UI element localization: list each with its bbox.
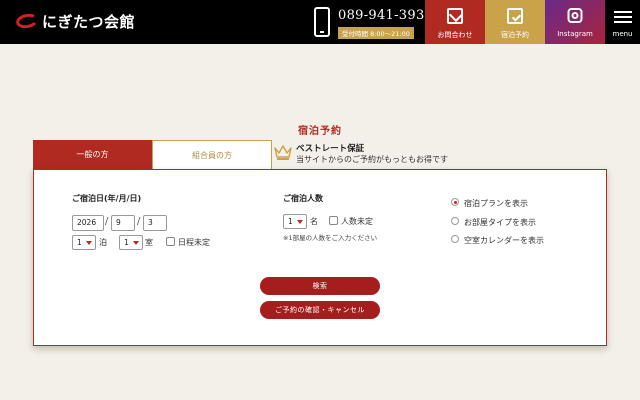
nav-instagram-button[interactable]: Instagram (545, 0, 605, 44)
nights-unit: 泊 (99, 238, 107, 247)
nav-contact-button[interactable]: お問合わせ (425, 0, 485, 44)
search-button[interactable]: 検索 (260, 277, 380, 295)
nights-value: 1 (77, 238, 82, 247)
chevron-down-icon (133, 241, 139, 245)
reservation-form: ご宿泊日(年/月/日) 2026 / 9 / 3 1 泊 1 室 日程未定 ご宿… (33, 169, 607, 346)
option-room-type-label[interactable]: お部屋タイプを表示 (464, 217, 536, 228)
page-title: 宿泊予約 (298, 126, 342, 137)
guests-note: ※1部屋の人数をご入力ください (283, 234, 378, 242)
guests-unit: 名 (310, 217, 318, 226)
chevron-down-icon (86, 241, 92, 245)
phone-number[interactable]: 089-941-3939 (338, 8, 433, 23)
undecided-date-checkbox[interactable] (166, 237, 175, 246)
option-calendar-label[interactable]: 空室カレンダーを表示 (464, 235, 544, 246)
rooms-value: 1 (124, 238, 129, 247)
day-input[interactable]: 3 (143, 215, 167, 231)
radio-plan[interactable] (451, 198, 459, 206)
site-header: にぎたつ会館 089-941-3939 受付時間 8:00～21:00 お問合わ… (0, 0, 640, 44)
hamburger-icon (613, 11, 632, 23)
logo-text: にぎたつ会館 (42, 12, 136, 31)
chevron-down-icon (297, 220, 303, 224)
undecided-guests-checkbox[interactable] (329, 216, 338, 225)
date-separator: / (137, 216, 141, 227)
best-rate-title: ベストレート保証 (296, 144, 365, 154)
guests-label: ご宿泊人数 (283, 194, 323, 203)
nights-select[interactable]: 1 (72, 235, 96, 250)
logo[interactable]: にぎたつ会館 (14, 10, 136, 32)
confirm-cancel-button[interactable]: ご予約の確認・キャンセル (260, 301, 380, 319)
phone-hours: 受付時間 8:00～21:00 (338, 27, 414, 39)
nav-reserve-button[interactable]: 宿泊予約 (485, 0, 545, 44)
date-separator: / (105, 216, 109, 227)
nav-reserve-label: 宿泊予約 (501, 31, 529, 39)
rooms-unit: 室 (145, 238, 153, 247)
envelope-icon (447, 8, 463, 24)
nav-instagram-label: Instagram (557, 30, 593, 38)
guests-value: 1 (288, 217, 293, 226)
undecided-guests-label: 人数未定 (341, 217, 373, 226)
tab-member[interactable]: 組合員の方 (152, 140, 272, 169)
radio-calendar[interactable] (451, 235, 459, 243)
crown-icon (274, 145, 292, 160)
phone-contact[interactable]: 089-941-3939 受付時間 8:00～21:00 (312, 6, 433, 40)
menu-label: menu (612, 30, 633, 38)
month-input[interactable]: 9 (111, 215, 135, 231)
instagram-icon (567, 8, 583, 23)
radio-room-type[interactable] (451, 217, 459, 225)
logo-mark-icon (14, 12, 40, 30)
rooms-select[interactable]: 1 (119, 235, 143, 250)
calendar-check-icon (507, 8, 523, 24)
best-rate-subtitle: 当サイトからのご予約がもっともお得です (296, 155, 448, 164)
tab-general[interactable]: 一般の方 (33, 140, 152, 169)
date-label: ご宿泊日(年/月/日) (72, 194, 142, 203)
undecided-date-label: 日程未定 (178, 238, 210, 247)
guests-select[interactable]: 1 (283, 214, 307, 229)
nav-contact-label: お問合わせ (437, 31, 473, 39)
year-input[interactable]: 2026 (72, 215, 104, 231)
phone-icon (314, 7, 330, 37)
menu-button[interactable]: menu (605, 0, 640, 44)
option-plan-label[interactable]: 宿泊プランを表示 (464, 198, 528, 209)
